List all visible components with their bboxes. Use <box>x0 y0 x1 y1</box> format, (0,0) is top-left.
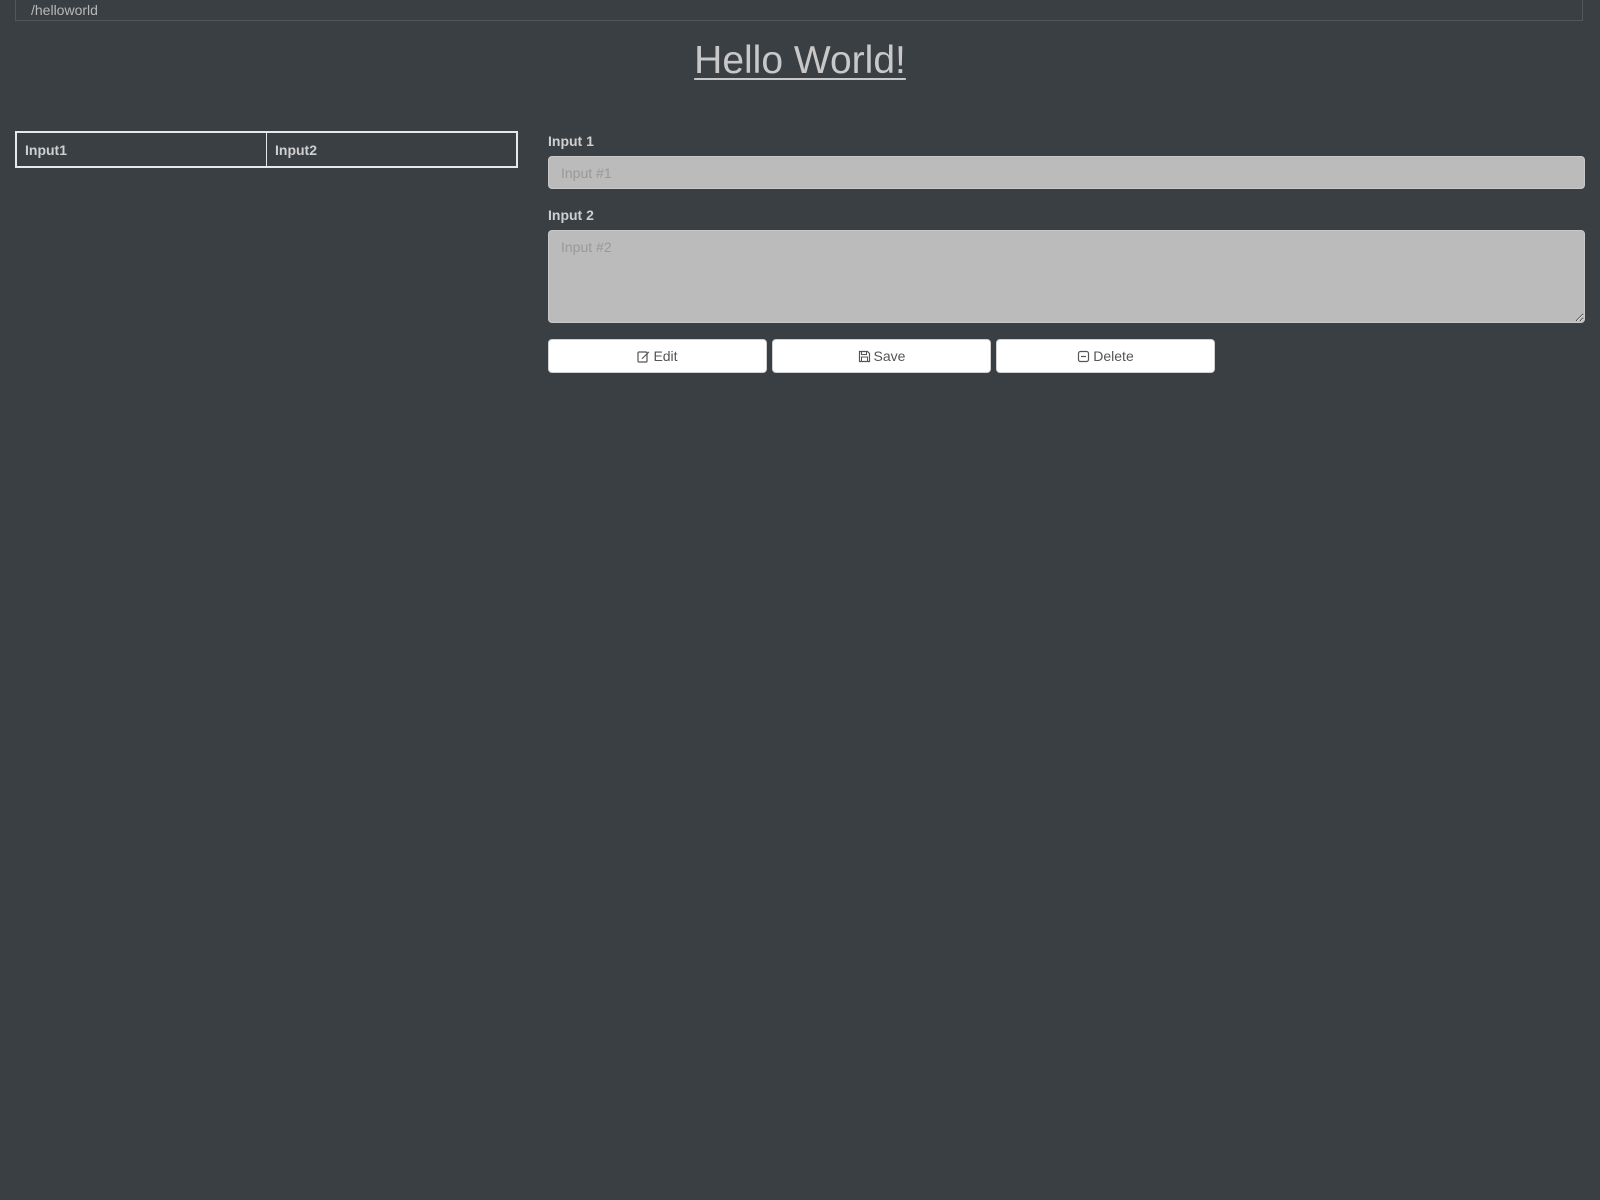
table-header-row: Input1 Input2 <box>15 131 518 168</box>
data-table: Input1 Input2 <box>15 131 518 168</box>
column-header-input1[interactable]: Input1 <box>15 131 267 168</box>
edit-button[interactable]: Edit <box>548 339 767 373</box>
breadcrumb: /helloworld <box>15 0 1583 21</box>
input2-label: Input 2 <box>548 207 594 223</box>
action-buttons: Edit Save Delete <box>548 339 1585 373</box>
save-button[interactable]: Save <box>772 339 991 373</box>
save-button-label: Save <box>873 348 906 364</box>
save-icon <box>858 350 871 363</box>
input1-label: Input 1 <box>548 133 594 149</box>
delete-button[interactable]: Delete <box>996 339 1215 373</box>
delete-button-label: Delete <box>1093 348 1134 364</box>
edit-icon <box>637 350 650 363</box>
column-header-input2[interactable]: Input2 <box>266 131 518 168</box>
input2-field[interactable] <box>548 230 1585 323</box>
page-title[interactable]: Hello World! <box>0 38 1600 84</box>
edit-button-label: Edit <box>653 348 678 364</box>
minus-square-icon <box>1077 350 1090 363</box>
breadcrumb-path[interactable]: /helloworld <box>31 2 98 18</box>
edit-form: Input 1 Input 2 Edit Save <box>548 131 1585 373</box>
input1-field[interactable] <box>548 156 1585 189</box>
